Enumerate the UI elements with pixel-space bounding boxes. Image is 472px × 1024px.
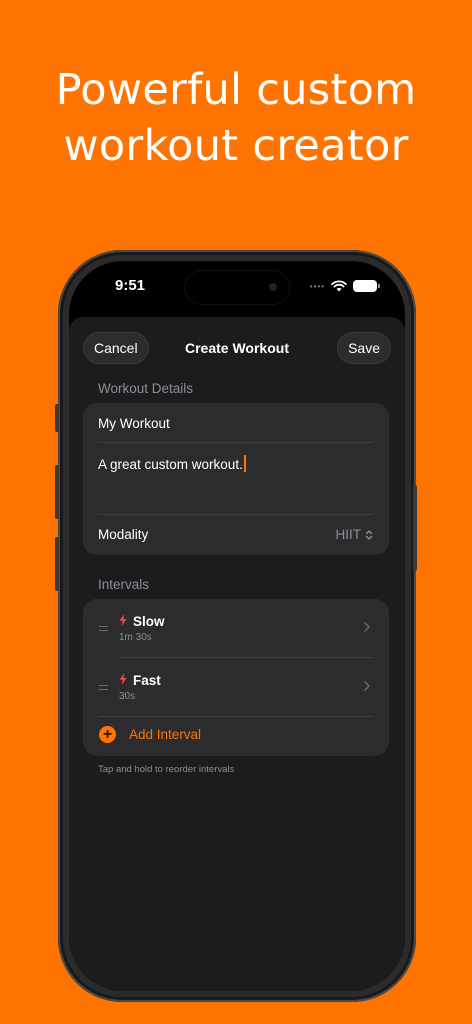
drag-handle-icon[interactable] — [99, 626, 108, 631]
bolt-icon — [119, 673, 127, 685]
reorder-hint: Tap and hold to reorder intervals — [98, 764, 235, 775]
interval-row[interactable]: Fast 30s — [83, 658, 389, 716]
chevron-up-down-icon — [365, 529, 373, 540]
divider — [98, 514, 373, 515]
chevron-right-icon — [364, 681, 370, 691]
interval-name: Fast — [133, 673, 161, 688]
divider — [98, 442, 373, 443]
plus-circle-icon: + — [99, 726, 116, 743]
intervals-group: Slow 1m 30s Fast 30s + Add Interval — [83, 599, 389, 756]
drag-handle-icon[interactable] — [99, 685, 108, 690]
headline-line-2: workout creator — [63, 121, 409, 171]
volume-down-button — [55, 537, 59, 591]
workout-description-field[interactable]: A great custom workout. — [98, 455, 246, 472]
battery-icon — [353, 280, 380, 292]
action-button — [55, 404, 59, 432]
add-interval-button[interactable]: + Add Interval — [83, 716, 389, 756]
workout-details-group: My Workout A great custom workout. Modal… — [83, 403, 389, 555]
power-button — [413, 485, 417, 571]
modality-label: Modality — [98, 527, 149, 542]
workout-details-header: Workout Details — [98, 381, 194, 396]
wifi-icon — [331, 280, 347, 292]
add-interval-label: Add Interval — [129, 727, 202, 742]
cellular-dots-icon: •••• — [309, 281, 325, 291]
bolt-icon — [119, 614, 127, 626]
text-caret — [243, 455, 246, 472]
camera-icon — [269, 283, 277, 291]
interval-row[interactable]: Slow 1m 30s — [83, 599, 389, 657]
chevron-right-icon — [364, 622, 370, 632]
interval-duration: 30s — [119, 691, 136, 702]
save-button[interactable]: Save — [337, 332, 391, 364]
volume-up-button — [55, 465, 59, 519]
dynamic-island — [185, 271, 289, 304]
home-indicator — [177, 978, 297, 982]
description-text: A great custom workout. — [98, 457, 243, 472]
create-workout-sheet: Cancel Create Workout Save Workout Detai… — [69, 317, 405, 991]
modality-picker[interactable]: HIIT — [336, 527, 374, 542]
phone-screen: 9:51 •••• Cancel Create Workout Save Wor… — [69, 261, 405, 991]
headline-line-1: Powerful custom — [55, 65, 417, 115]
modality-value: HIIT — [335, 527, 362, 542]
interval-duration: 1m 30s — [119, 632, 152, 643]
status-bar: 9:51 •••• — [69, 261, 405, 313]
intervals-header: Intervals — [98, 577, 150, 592]
workout-name-field[interactable]: My Workout — [98, 416, 170, 431]
interval-name: Slow — [133, 614, 165, 629]
promo-headline: Powerful custom workout creator — [0, 62, 472, 174]
status-time: 9:51 — [115, 277, 146, 294]
status-icons: •••• — [309, 279, 380, 293]
